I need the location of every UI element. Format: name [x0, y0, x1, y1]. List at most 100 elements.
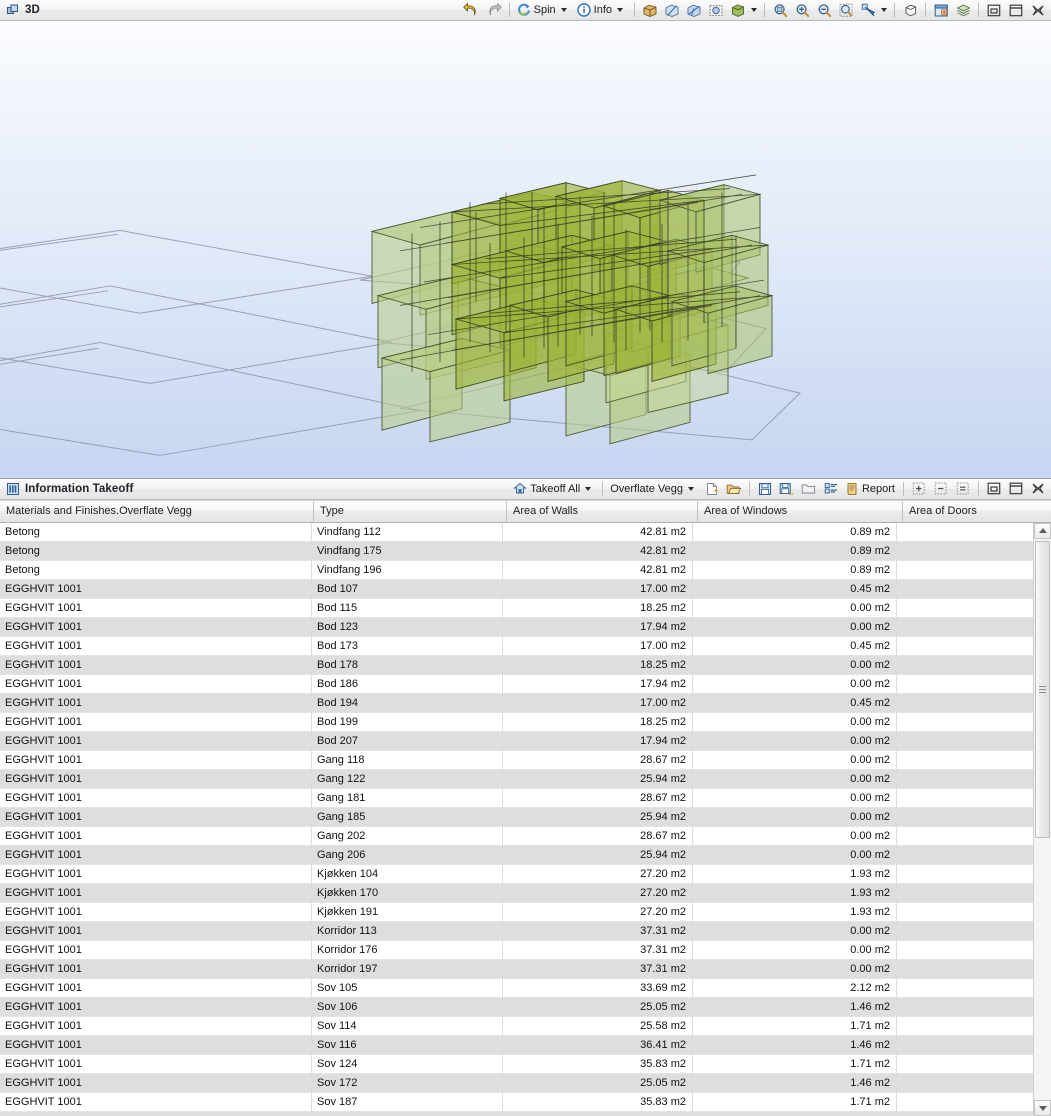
scrollbar-thumb[interactable] [1035, 540, 1050, 838]
shaded-box-icon [708, 3, 724, 18]
table-row[interactable]: EGGHVIT 1001Bod 20717.94 m20.00 m21.92 m… [0, 731, 1033, 751]
table-row[interactable]: EGGHVIT 1001Bod 12317.94 m20.00 m21.92 m… [0, 617, 1033, 637]
layers-button[interactable] [930, 0, 952, 20]
table-row[interactable]: EGGHVIT 1001Bod 17818.25 m20.00 m21.92 m… [0, 655, 1033, 675]
chevron-down-icon[interactable] [751, 8, 757, 12]
table-row[interactable]: EGGHVIT 1001Korridor 19737.31 m20.00 m28… [0, 959, 1033, 979]
table-row[interactable]: EGGHVIT 1001Gang 18128.67 m20.00 m25.97 … [0, 788, 1033, 808]
rotate-box-button[interactable] [899, 0, 921, 20]
section-box-button[interactable] [661, 0, 683, 20]
table-vertical-scrollbar[interactable] [1033, 522, 1051, 1116]
column-header-area-of-doors[interactable]: Area of Doors [903, 501, 1051, 522]
table-cell-type: Gang 185 [312, 807, 503, 826]
chevron-down-icon[interactable] [617, 8, 623, 12]
zoom-window-button[interactable] [769, 0, 791, 20]
table-row[interactable]: EGGHVIT 1001Gang 12225.94 m20.00 m28.84 … [0, 769, 1033, 789]
column-header-area-of-windows[interactable]: Area of Windows [698, 500, 903, 522]
viewport-3d[interactable] [0, 21, 1051, 479]
table-row[interactable]: EGGHVIT 1001Korridor 11337.31 m20.00 m28… [0, 921, 1033, 941]
table-cell-material: Betong [0, 522, 312, 541]
table-row[interactable]: EGGHVIT 1001Bod 19417.00 m20.45 m21.92 m… [0, 693, 1033, 713]
table-cell-area-of-windows: 0.00 m2 [693, 655, 897, 674]
restore-window-button[interactable] [983, 479, 1005, 499]
table-row[interactable]: EGGHVIT 1001Bod 19918.25 m20.00 m21.92 m… [0, 712, 1033, 732]
table-row[interactable]: EGGHVIT 1001Gang 20228.67 m20.00 m25.97 … [0, 826, 1033, 846]
table-row[interactable]: EGGHVIT 1001Bod 11518.25 m20.00 m21.92 m… [0, 598, 1033, 618]
scroll-up-button[interactable] [1034, 522, 1051, 539]
table-row[interactable]: EGGHVIT 1001Sov 17225.05 m21.46 m21.92 m… [0, 1073, 1033, 1093]
table-row[interactable]: EGGHVIT 1001Gang 18525.94 m20.00 m28.84 … [0, 807, 1033, 827]
redo-button[interactable] [483, 0, 505, 20]
section-box-alt-button[interactable] [683, 0, 705, 20]
redo-arrow-icon [485, 2, 502, 18]
render-box-button[interactable] [727, 0, 749, 20]
table-cell-area-of-doors: 1.92 m2 [897, 637, 1033, 655]
pick-button[interactable] [857, 0, 879, 20]
table-row[interactable]: EGGHVIT 1001Bod 17317.00 m20.45 m21.92 m… [0, 636, 1033, 656]
table-row[interactable]: EGGHVIT 1001Bod 10717.00 m20.45 m21.92 m… [0, 579, 1033, 599]
open-folder-button[interactable] [723, 479, 745, 499]
info-circle-icon [576, 3, 591, 17]
table-row[interactable]: EGGHVIT 1001Korridor 17637.31 m20.00 m28… [0, 940, 1033, 960]
undo-button[interactable] [461, 0, 483, 20]
column-header-type[interactable]: Type [314, 500, 507, 522]
info-button[interactable]: Info [574, 0, 630, 20]
column-header-area-of-walls[interactable]: Area of Walls [507, 500, 698, 522]
solid-box-button[interactable] [639, 0, 661, 20]
save-button[interactable] [754, 479, 776, 499]
new-document-icon [705, 482, 719, 496]
maximize-window-button[interactable] [1005, 479, 1027, 499]
stack-button[interactable] [952, 0, 974, 20]
properties-button[interactable] [820, 479, 842, 499]
zoom-out-button[interactable] [813, 0, 835, 20]
table-row[interactable]: EGGHVIT 1001Bod 18617.94 m20.00 m21.92 m… [0, 674, 1033, 694]
preset-dropdown[interactable]: Overflate Vegg [607, 479, 701, 499]
table-row[interactable]: EGGHVIT 1001Sov 11636.41 m21.46 m21.92 m… [0, 1035, 1033, 1055]
table-row[interactable]: EGGHVIT 1001Sov 11425.58 m21.71 m21.92 m… [0, 1016, 1033, 1036]
table-row[interactable]: EGGHVIT 1001Kjøkken 17027.20 m21.93 m20.… [0, 883, 1033, 903]
table-row[interactable]: EGGHVIT 1001Gang 11828.67 m20.00 m27.89 … [0, 750, 1033, 770]
chevron-down-icon[interactable] [560, 8, 567, 12]
chevron-down-icon[interactable] [585, 486, 592, 491]
column-header-material[interactable]: Materials and Finishes.Overflate Vegg [0, 500, 314, 522]
table-cell-area-of-walls: 27.20 m2 [503, 864, 693, 883]
collapse-button[interactable] [930, 479, 952, 499]
takeoff-all-button[interactable]: Takeoff All [510, 479, 598, 499]
restore-window-button[interactable] [983, 0, 1005, 20]
table-cell-area-of-doors: 8.84 m2 [897, 808, 1033, 826]
new-document-button[interactable] [701, 479, 723, 499]
expand-button[interactable] [908, 479, 930, 499]
equal-rows-button[interactable] [952, 479, 974, 499]
spin-button[interactable]: Spin [514, 0, 574, 20]
table-row[interactable]: EGGHVIT 1001Sov 10625.05 m21.46 m21.92 m… [0, 997, 1033, 1017]
table-row[interactable]: BetongVindfang 11242.81 m20.89 m24.26 m2 [0, 522, 1033, 542]
maximize-window-button[interactable] [1005, 0, 1027, 20]
save-as-button[interactable] [776, 479, 798, 499]
close-window-button[interactable] [1027, 479, 1049, 499]
table-row[interactable]: EGGHVIT 1001Kjøkken 10427.20 m21.93 m20.… [0, 864, 1033, 884]
table-row[interactable]: EGGHVIT 1001Sov 12435.83 m21.71 m22.87 m… [0, 1054, 1033, 1074]
chevron-down-icon[interactable] [881, 8, 887, 12]
table-cell-area-of-doors: 7.89 m2 [897, 751, 1033, 769]
table-row[interactable]: EGGHVIT 1001Kjøkken 19127.20 m21.93 m20.… [0, 902, 1033, 922]
table-row[interactable]: BetongVindfang 19642.81 m20.89 m24.26 m2 [0, 560, 1033, 580]
shaded-box-button[interactable] [705, 0, 727, 20]
table-row[interactable]: EGGHVIT 1001Sov 19325.05 m21.46 m21.92 m… [0, 1111, 1033, 1116]
table-row[interactable]: EGGHVIT 1001Gang 20625.94 m20.00 m28.84 … [0, 845, 1033, 865]
table-cell-area-of-walls: 25.05 m2 [503, 1111, 693, 1116]
table-row[interactable]: EGGHVIT 1001Sov 18735.83 m21.71 m20.00 m… [0, 1092, 1033, 1112]
zoom-in-button[interactable] [791, 0, 813, 20]
table-cell-area-of-walls: 35.83 m2 [503, 1092, 693, 1111]
toolbar-separator [903, 481, 904, 496]
table-row[interactable]: BetongVindfang 17542.81 m20.89 m24.26 m2 [0, 541, 1033, 561]
table-cell-material: EGGHVIT 1001 [0, 921, 312, 940]
report-button[interactable]: Report [842, 479, 899, 499]
folder-button[interactable] [798, 479, 820, 499]
scroll-down-button[interactable] [1034, 1100, 1051, 1116]
table-cell-area-of-windows: 1.46 m2 [693, 997, 897, 1016]
table-row[interactable]: EGGHVIT 1001Sov 10533.69 m22.12 m21.92 m… [0, 978, 1033, 998]
zoom-selection-button[interactable] [835, 0, 857, 20]
chevron-down-icon[interactable] [687, 486, 694, 491]
close-window-button[interactable] [1027, 0, 1049, 20]
scrollbar-track[interactable] [1034, 538, 1051, 1100]
